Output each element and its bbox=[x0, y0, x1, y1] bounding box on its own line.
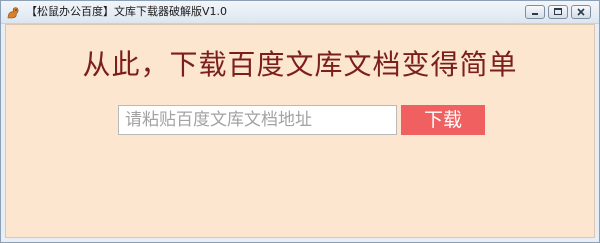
close-button[interactable] bbox=[571, 5, 591, 19]
url-input[interactable] bbox=[118, 105, 397, 135]
app-window: 【松鼠办公百度】文库下载器破解版V1.0 从此，下载百度文库文档变得简单 请粘贴… bbox=[0, 0, 600, 243]
squirrel-app-icon bbox=[6, 5, 20, 19]
maximize-button[interactable] bbox=[548, 5, 568, 19]
minimize-button[interactable] bbox=[525, 5, 545, 19]
title-bar[interactable]: 【松鼠办公百度】文库下载器破解版V1.0 bbox=[1, 1, 599, 24]
headline: 从此，下载百度文库文档变得简单 bbox=[82, 48, 518, 81]
window-title: 【松鼠办公百度】文库下载器破解版V1.0 bbox=[26, 5, 228, 18]
download-button[interactable]: 下载 bbox=[401, 105, 485, 135]
main-panel: 从此，下载百度文库文档变得简单 下载 bbox=[5, 24, 595, 238]
